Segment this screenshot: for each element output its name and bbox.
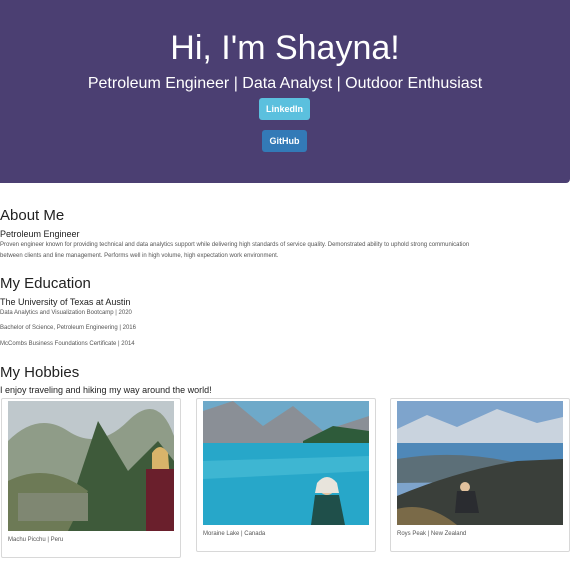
about-heading: About Me: [0, 207, 65, 224]
github-button[interactable]: GitHub: [262, 130, 307, 152]
education-item: Bachelor of Science, Petroleum Engineeri…: [0, 325, 136, 331]
photo-caption: Machu Picchu | Peru: [8, 537, 64, 543]
moraine-lake-photo: [203, 401, 369, 525]
education-item: Data Analytics and Visualization Bootcam…: [0, 310, 132, 316]
page-title: Hi, I'm Shayna!: [170, 29, 400, 67]
education-heading: My Education: [0, 275, 91, 292]
about-bio-line2: between clients and line management. Per…: [0, 253, 279, 259]
roys-peak-photo: [397, 401, 563, 525]
about-bio-line1: Proven engineer known for providing tech…: [0, 242, 470, 248]
photo-caption: Roys Peak | New Zealand: [397, 531, 467, 537]
machu-picchu-photo: [8, 401, 174, 531]
hobby-card-roys-peak: Roys Peak | New Zealand: [390, 398, 570, 552]
hobbies-intro: I enjoy traveling and hiking my way arou…: [0, 385, 212, 395]
hobby-card-machu-picchu: Machu Picchu | Peru: [1, 398, 181, 558]
education-school: The University of Texas at Austin: [0, 297, 131, 307]
hobby-card-moraine-lake: Moraine Lake | Canada: [196, 398, 376, 552]
hobbies-heading: My Hobbies: [0, 364, 80, 381]
education-item: McCombs Business Foundations Certificate…: [0, 341, 135, 347]
linkedin-button[interactable]: LinkedIn: [259, 98, 310, 120]
photo-caption: Moraine Lake | Canada: [203, 531, 266, 537]
about-role: Petroleum Engineer: [0, 229, 80, 239]
tagline: Petroleum Engineer | Data Analyst | Outd…: [87, 75, 483, 92]
hero-banner: Hi, I'm Shayna! Petroleum Engineer | Dat…: [0, 0, 570, 183]
